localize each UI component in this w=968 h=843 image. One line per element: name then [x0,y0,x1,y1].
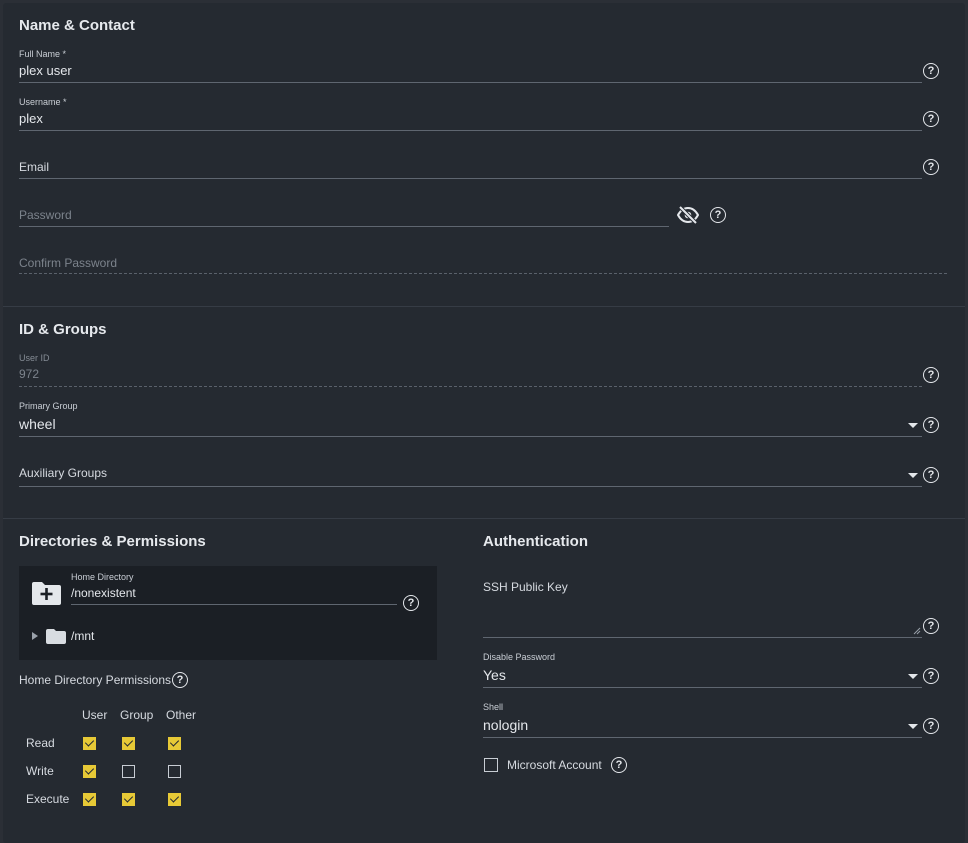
perm-col-group: Group [120,708,154,722]
perm-col-other: Other [166,708,197,722]
help-icon[interactable]: ? [923,467,939,483]
perm-checkbox-execute-other[interactable] [168,793,181,806]
auxiliary-groups-select[interactable]: Auxiliary Groups [19,466,899,480]
microsoft-account-label: Microsoft Account [507,758,602,772]
folder-plus-icon[interactable] [31,580,62,606]
full-name-input[interactable]: plex user [19,63,919,78]
username-input[interactable]: plex [19,111,919,126]
primary-group-underline [19,436,922,437]
caret-down-icon[interactable] [908,423,918,428]
shell-select[interactable]: nologin [483,717,893,733]
section-title-id-groups: ID & Groups [19,321,107,338]
confirm-password-underline [19,273,947,274]
auxiliary-groups-underline [19,486,922,487]
section-divider [3,518,965,519]
ssh-public-key-textarea[interactable] [483,600,921,636]
help-icon[interactable]: ? [923,367,939,383]
perm-checkbox-execute-group[interactable] [122,793,135,806]
user-id-underline [19,386,922,387]
perm-row-read: Read [26,736,55,750]
caret-down-icon[interactable] [908,473,918,478]
user-id-input[interactable]: 972 [19,367,919,381]
perm-row-write: Write [26,764,54,778]
disable-password-label: Disable Password [483,652,556,662]
perm-checkbox-write-group[interactable] [122,765,135,778]
shell-label: Shell [483,702,504,712]
primary-group-label: Primary Group [19,401,78,411]
help-icon[interactable]: ? [611,757,627,773]
section-divider [3,306,965,307]
help-icon[interactable]: ? [923,63,939,79]
section-title-name-contact: Name & Contact [19,17,135,34]
caret-down-icon[interactable] [908,724,918,729]
triangle-right-icon[interactable] [32,632,38,640]
username-label: Username * [19,97,67,107]
user-id-label: User ID [19,353,50,363]
primary-group-select[interactable]: wheel [19,416,899,432]
help-icon[interactable]: ? [172,672,188,688]
username-underline [19,130,922,131]
help-icon[interactable]: ? [923,618,939,634]
perm-checkbox-read-user[interactable] [83,737,96,750]
email-input[interactable]: Email [19,160,919,174]
help-icon[interactable]: ? [923,159,939,175]
password-underline [19,226,669,227]
disable-password-select[interactable]: Yes [483,667,893,683]
perm-checkbox-read-group[interactable] [122,737,135,750]
disable-password-underline [483,687,922,688]
folder-icon[interactable] [45,628,67,645]
help-icon[interactable]: ? [403,595,419,611]
perm-checkbox-execute-user[interactable] [83,793,96,806]
perm-checkbox-read-other[interactable] [168,737,181,750]
help-icon[interactable]: ? [710,207,726,223]
help-icon[interactable]: ? [923,668,939,684]
email-underline [19,178,922,179]
ssh-public-key-label: SSH Public Key [483,580,568,594]
home-directory-permissions-label: Home Directory Permissions [19,673,172,687]
help-icon[interactable]: ? [923,111,939,127]
shell-underline [483,737,922,738]
resize-handle-icon[interactable] [913,627,921,635]
perm-checkbox-write-other[interactable] [168,765,181,778]
tree-node-mnt[interactable]: /mnt [71,629,94,643]
home-directory-input[interactable]: /nonexistent [71,586,391,600]
help-icon[interactable]: ? [923,417,939,433]
full-name-label: Full Name * [19,49,67,59]
perm-col-user: User [82,708,108,722]
eye-off-icon[interactable] [677,205,699,225]
section-title-authentication: Authentication [483,533,588,550]
password-input[interactable]: Password [19,208,659,222]
confirm-password-input[interactable]: Confirm Password [19,256,919,270]
ssh-public-key-underline [483,637,922,638]
caret-down-icon[interactable] [908,674,918,679]
section-title-directories: Directories & Permissions [19,533,206,550]
perm-row-execute: Execute [26,792,70,806]
home-directory-label: Home Directory [71,572,134,582]
home-directory-underline [71,604,397,605]
perm-checkbox-write-user[interactable] [83,765,96,778]
microsoft-account-checkbox[interactable] [484,758,498,772]
full-name-underline [19,82,922,83]
help-icon[interactable]: ? [923,718,939,734]
